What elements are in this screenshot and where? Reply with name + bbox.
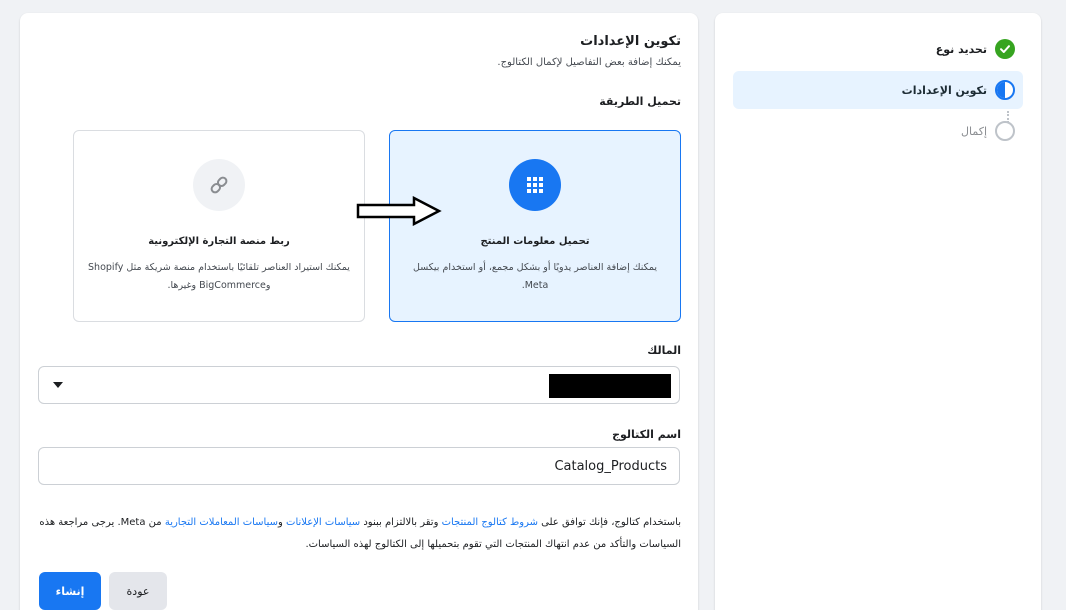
step-label: تكوين الإعدادات: [901, 83, 987, 97]
option-description: يمكنك استيراد العناصر تلقائيًا باستخدام …: [88, 262, 350, 291]
terms-text-part: و: [278, 517, 287, 528]
terms-text-part: باستخدام كتالوج، فإنك توافق على: [537, 517, 681, 528]
step-label: إكمال: [961, 124, 987, 138]
terms-text: باستخدام كتالوج، فإنك توافق على شروط كتا…: [38, 512, 681, 556]
commerce-policies-link[interactable]: سياسات المعاملات التجارية: [165, 517, 278, 528]
arrow-right-icon: [356, 196, 442, 226]
option-connect-ecommerce[interactable]: ربط منصة التجارة الإلكترونية يمكنك استير…: [73, 130, 365, 322]
option-title: تحميل معلومات المنتج: [480, 236, 590, 247]
empty-circle-icon: [995, 121, 1015, 141]
upload-method-label: تحميل الطريقة: [599, 95, 681, 108]
check-icon: [995, 39, 1015, 59]
step-select-type[interactable]: تحديد نوع: [733, 30, 1023, 68]
catalog-name-label: اسم الكتالوج: [612, 428, 681, 441]
step-configure-settings[interactable]: تكوين الإعدادات: [733, 71, 1023, 109]
owner-select[interactable]: [38, 366, 680, 404]
catalog-name-input[interactable]: [38, 447, 680, 485]
page-title: تكوين الإعدادات: [580, 34, 681, 49]
step-label: تحديد نوع: [935, 42, 987, 56]
steps-panel: تحديد نوع تكوين الإعدادات إكمال: [715, 13, 1041, 610]
advertising-policies-link[interactable]: سياسات الإعلانات: [286, 517, 360, 528]
owner-label: المالك: [647, 344, 681, 357]
settings-panel: تكوين الإعدادات يمكنك إضافة بعض التفاصيل…: [20, 13, 698, 610]
caret-down-icon: [53, 382, 63, 388]
step-complete[interactable]: إكمال: [733, 112, 1023, 150]
half-circle-icon: [995, 80, 1015, 100]
grid-icon: [509, 159, 561, 211]
redacted-owner-name: [549, 374, 671, 398]
option-description: يمكنك إضافة العناصر يدويًا أو بشكل مجمع،…: [413, 262, 657, 291]
product-catalog-terms-link[interactable]: شروط كتالوج المنتجات: [442, 517, 538, 528]
link-icon: [193, 159, 245, 211]
option-upload-product-info[interactable]: تحميل معلومات المنتج يمكنك إضافة العناصر…: [389, 130, 681, 322]
create-button[interactable]: إنشاء: [39, 572, 101, 610]
back-button[interactable]: عودة: [109, 572, 167, 610]
terms-text-part: وتقر بالالتزام ببنود: [360, 517, 442, 528]
page-subtitle: يمكنك إضافة بعض التفاصيل لإكمال الكتالوج…: [497, 57, 681, 68]
option-title: ربط منصة التجارة الإلكترونية: [148, 236, 290, 247]
